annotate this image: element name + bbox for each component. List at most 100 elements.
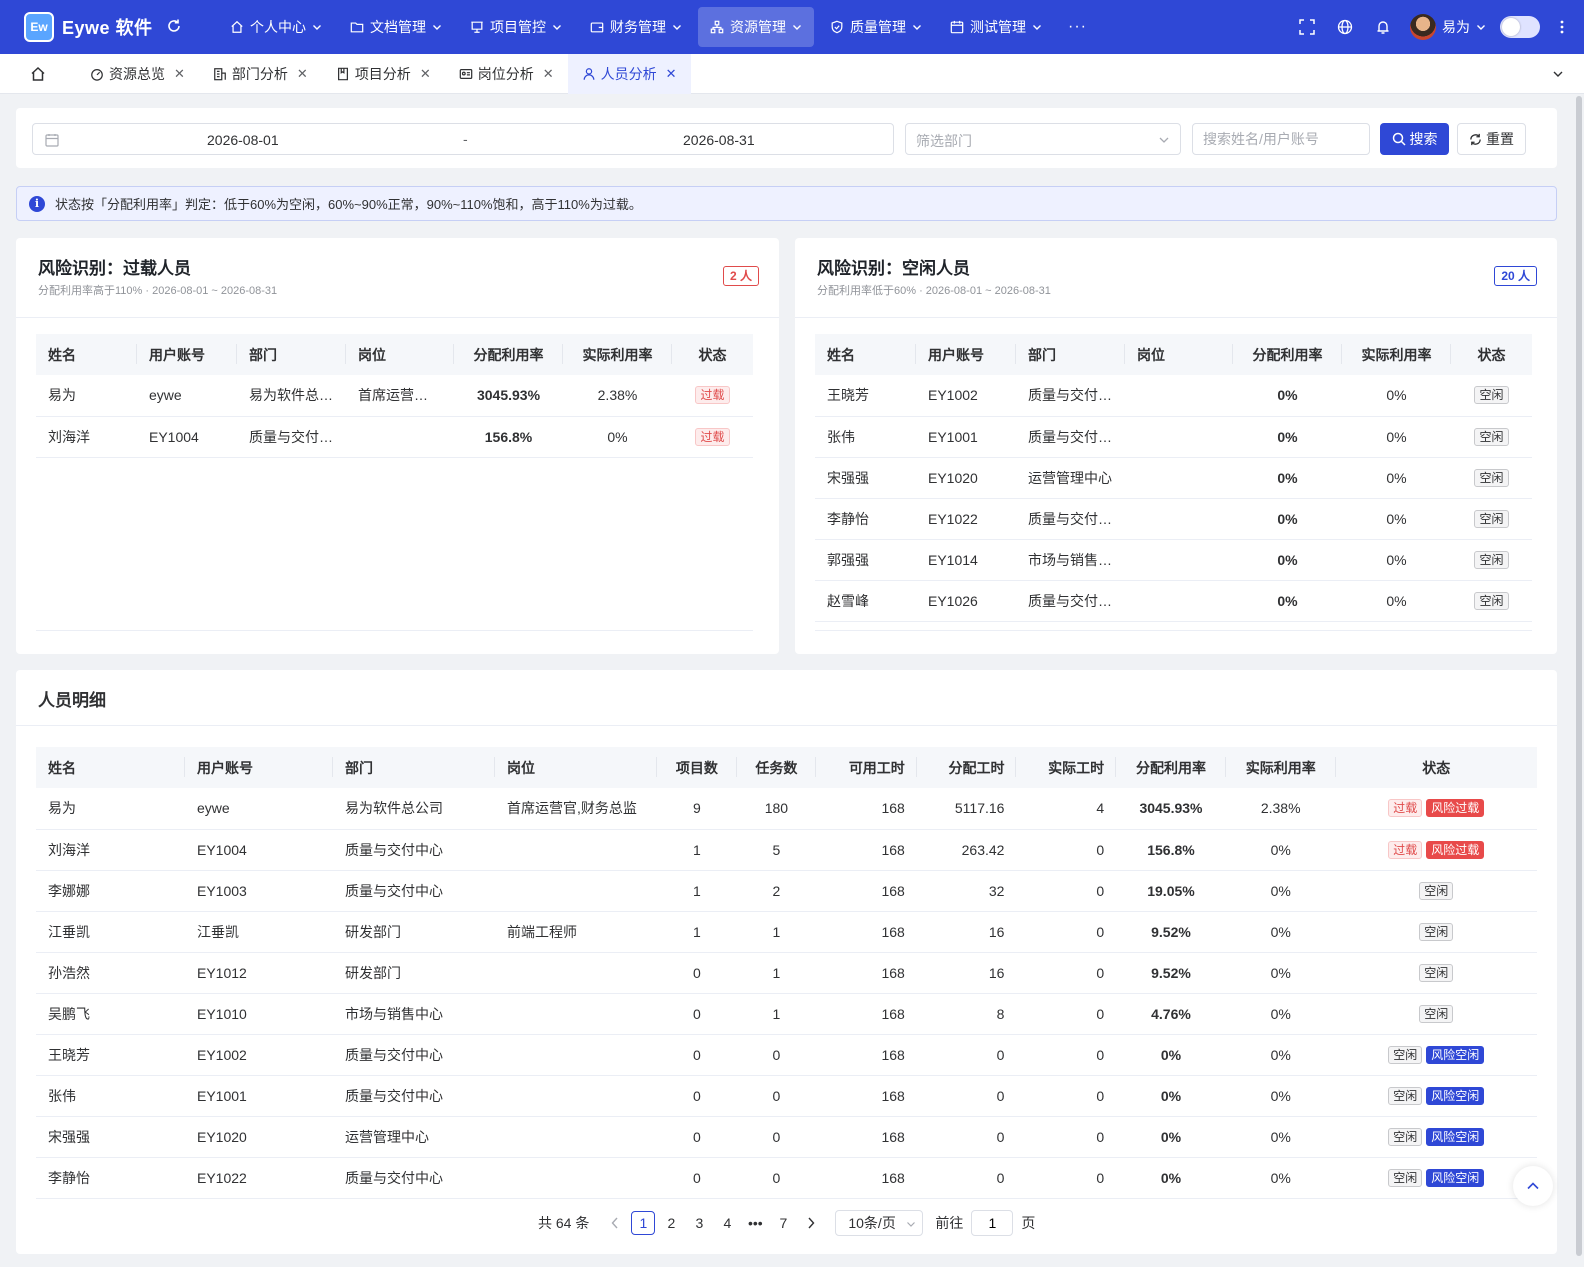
table-row[interactable]: 张伟 EY1001 质量与交付… 0% 0% 空闲: [815, 416, 1532, 458]
idle-title: 风险识别：空闲人员: [817, 259, 970, 278]
cluster-icon: [710, 20, 724, 34]
menu-item-2[interactable]: 文档管理: [338, 7, 454, 47]
user-menu[interactable]: 易为: [1410, 14, 1486, 40]
table-cell: EY1020: [184, 1116, 333, 1158]
app-logo[interactable]: Ew Eywe 软件: [0, 12, 220, 42]
start-date[interactable]: 2026-08-01: [207, 132, 279, 148]
page-button[interactable]: 7: [769, 1210, 797, 1236]
status-badge: 空闲: [1419, 922, 1454, 941]
status-cell: 空闲: [1451, 457, 1532, 499]
tab-1[interactable]: 资源总览 ✕: [76, 54, 199, 94]
avatar: [1410, 14, 1436, 40]
table-cell: 168: [816, 1075, 917, 1117]
table-cell: 180: [736, 788, 817, 830]
table-cell: EY1004: [137, 416, 237, 458]
next-page-icon[interactable]: [797, 1210, 825, 1236]
table-row[interactable]: 王晓芳 EY1002 质量与交付… 0% 0% 空闲: [815, 375, 1532, 417]
bell-icon[interactable]: [1364, 19, 1402, 35]
date-range-picker[interactable]: 2026-08-01 - 2026-08-31: [32, 123, 894, 155]
menu-more-button[interactable]: ···: [1058, 7, 1097, 47]
table-row[interactable]: 易为 eywe 易为软件总… 首席运营… 3045.93% 2.38% 过载: [36, 375, 753, 417]
table-row[interactable]: 刘海洋 EY1004 质量与交付中心 1 5 168 263.42 0 156.8% 0% 过载 风险…: [36, 829, 1537, 871]
table-row[interactable]: 郭强强 EY1014 市场与销售… 0% 0% 空闲: [815, 539, 1532, 581]
table-cell: 王晓芳: [36, 1034, 185, 1076]
menu-item-1[interactable]: 个人中心: [218, 7, 334, 47]
table-row[interactable]: 江垂凯 江垂凯 研发部门 前端工程师 1 1 168 16 0 9.52% 0% 空闲: [36, 911, 1537, 953]
refresh-icon[interactable]: [166, 18, 182, 34]
search-input[interactable]: [1192, 123, 1370, 155]
close-icon[interactable]: ✕: [543, 66, 554, 82]
page-button[interactable]: 2: [657, 1210, 685, 1236]
table-cell: 0%: [1225, 911, 1336, 953]
table-row[interactable]: 宋强强 EY1020 运营管理中心 0% 0% 空闲: [815, 457, 1532, 499]
reset-button-label: 重置: [1486, 131, 1514, 147]
goto-page-input[interactable]: [971, 1210, 1014, 1236]
staff-detail-card: 人员明细 姓名 用户账号 部门 岗位 项目数 任务数 可用工时 分配工时 实际工时 分配利用率 实际…: [16, 670, 1557, 1254]
close-icon[interactable]: ✕: [174, 66, 185, 82]
table-cell: EY1004: [184, 829, 333, 871]
notice-text: 状态按「分配利用率」判定：低于60%为空闲，60%~90%正常，90%~110%…: [55, 197, 642, 212]
table-cell: 0: [736, 1034, 817, 1076]
page-button[interactable]: 3: [685, 1210, 713, 1236]
table-row[interactable]: 王晓芳 EY1002 质量与交付中心 0 0 168 0 0 0% 0% 空闲 风险空闲: [36, 1034, 1537, 1076]
menu-item-5[interactable]: 资源管理: [698, 7, 814, 47]
table-cell: 刘海洋: [36, 416, 137, 458]
table-row[interactable]: 张伟 EY1001 质量与交付中心 0 0 168 0 0 0% 0% 空闲 风险空闲: [36, 1075, 1537, 1117]
menu-item-3[interactable]: 项目管控: [458, 7, 574, 47]
tab-4[interactable]: 岗位分析 ✕: [445, 54, 568, 94]
close-icon[interactable]: ✕: [666, 66, 677, 82]
menu-item-7[interactable]: 测试管理: [938, 7, 1054, 47]
table-cell: 0: [916, 1075, 1017, 1117]
table-row[interactable]: 李静怡 EY1022 质量与交付… 0% 0% 空闲: [815, 498, 1532, 540]
tab-2[interactable]: 部门分析 ✕: [199, 54, 322, 94]
home-icon[interactable]: [0, 54, 76, 94]
page-scrollbar[interactable]: [1576, 96, 1582, 1256]
table-cell: EY1002: [916, 375, 1016, 417]
page-button[interactable]: 4: [713, 1210, 741, 1236]
page-size-select[interactable]: 10条/页: [835, 1210, 924, 1236]
back-to-top-button[interactable]: [1513, 1166, 1553, 1206]
table-row[interactable]: 宋强强 EY1020 运营管理中心 0 0 168 0 0 0% 0% 空闲 风险空闲: [36, 1116, 1537, 1158]
globe-icon[interactable]: [1326, 19, 1364, 35]
status-badge: 空闲: [1388, 1168, 1423, 1187]
column-header: 分配工时: [916, 747, 1017, 788]
tab-3[interactable]: 项目分析 ✕: [322, 54, 445, 94]
table-cell: 易为软件总公司: [332, 788, 496, 830]
table-cell: EY1001: [184, 1075, 333, 1117]
table-cell: 8: [916, 993, 1017, 1035]
fullscreen-icon[interactable]: [1288, 19, 1326, 35]
table-cell: 168: [816, 788, 917, 830]
table-row[interactable]: 刘海洋 EY1004 质量与交付… 156.8% 0% 过载: [36, 416, 753, 458]
status-badge: 过载: [1388, 799, 1423, 818]
table-cell: 张伟: [815, 416, 916, 458]
table-cell: EY1022: [184, 1157, 333, 1199]
table-cell: [495, 1157, 658, 1199]
menu-item-4[interactable]: 财务管理: [578, 7, 694, 47]
close-icon[interactable]: ✕: [297, 66, 308, 82]
table-row[interactable]: 李娜娜 EY1003 质量与交付中心 1 2 168 32 0 19.05% 0% 空闲: [36, 870, 1537, 912]
page-button[interactable]: 1: [631, 1211, 656, 1235]
column-header: 岗位: [346, 334, 454, 375]
menu-item-6[interactable]: 质量管理: [818, 7, 934, 47]
table-cell: 市场与销售…: [1016, 539, 1125, 581]
table-row[interactable]: 易为 eywe 易为软件总公司 首席运营官,财务总监 9 180 168 5117.16 4 30…: [36, 788, 1537, 830]
chevron-down-icon[interactable]: [1552, 68, 1564, 80]
table-row[interactable]: 吴鹏飞 EY1010 市场与销售中心 0 1 168 8 0 4.76% 0% 空闲: [36, 993, 1537, 1035]
table-cell: 赵雪峰: [815, 580, 916, 622]
table-row[interactable]: 李静怡 EY1022 质量与交付中心 0 0 168 0 0 0% 0% 空闲 风险空闲: [36, 1157, 1537, 1199]
prev-page-icon[interactable]: [601, 1210, 629, 1236]
tab-5[interactable]: 人员分析 ✕: [567, 53, 691, 94]
search-button[interactable]: 搜索: [1380, 123, 1449, 155]
more-vertical-icon[interactable]: [1540, 20, 1584, 34]
department-select[interactable]: 筛选部门: [905, 123, 1181, 155]
table-cell: 宋强强: [815, 457, 916, 499]
table-cell: 3045.93%: [454, 375, 563, 417]
page-ellipsis[interactable]: •••: [741, 1210, 769, 1236]
reset-button[interactable]: 重置: [1457, 123, 1526, 155]
end-date[interactable]: 2026-08-31: [683, 132, 755, 148]
theme-toggle[interactable]: [1500, 16, 1540, 38]
table-cell: 首席运营官,财务总监: [495, 788, 658, 830]
close-icon[interactable]: ✕: [420, 66, 431, 82]
table-row[interactable]: 赵雪峰 EY1026 质量与交付… 0% 0% 空闲: [815, 580, 1532, 622]
table-row[interactable]: 孙浩然 EY1012 研发部门 0 1 168 16 0 9.52% 0% 空闲: [36, 952, 1537, 994]
